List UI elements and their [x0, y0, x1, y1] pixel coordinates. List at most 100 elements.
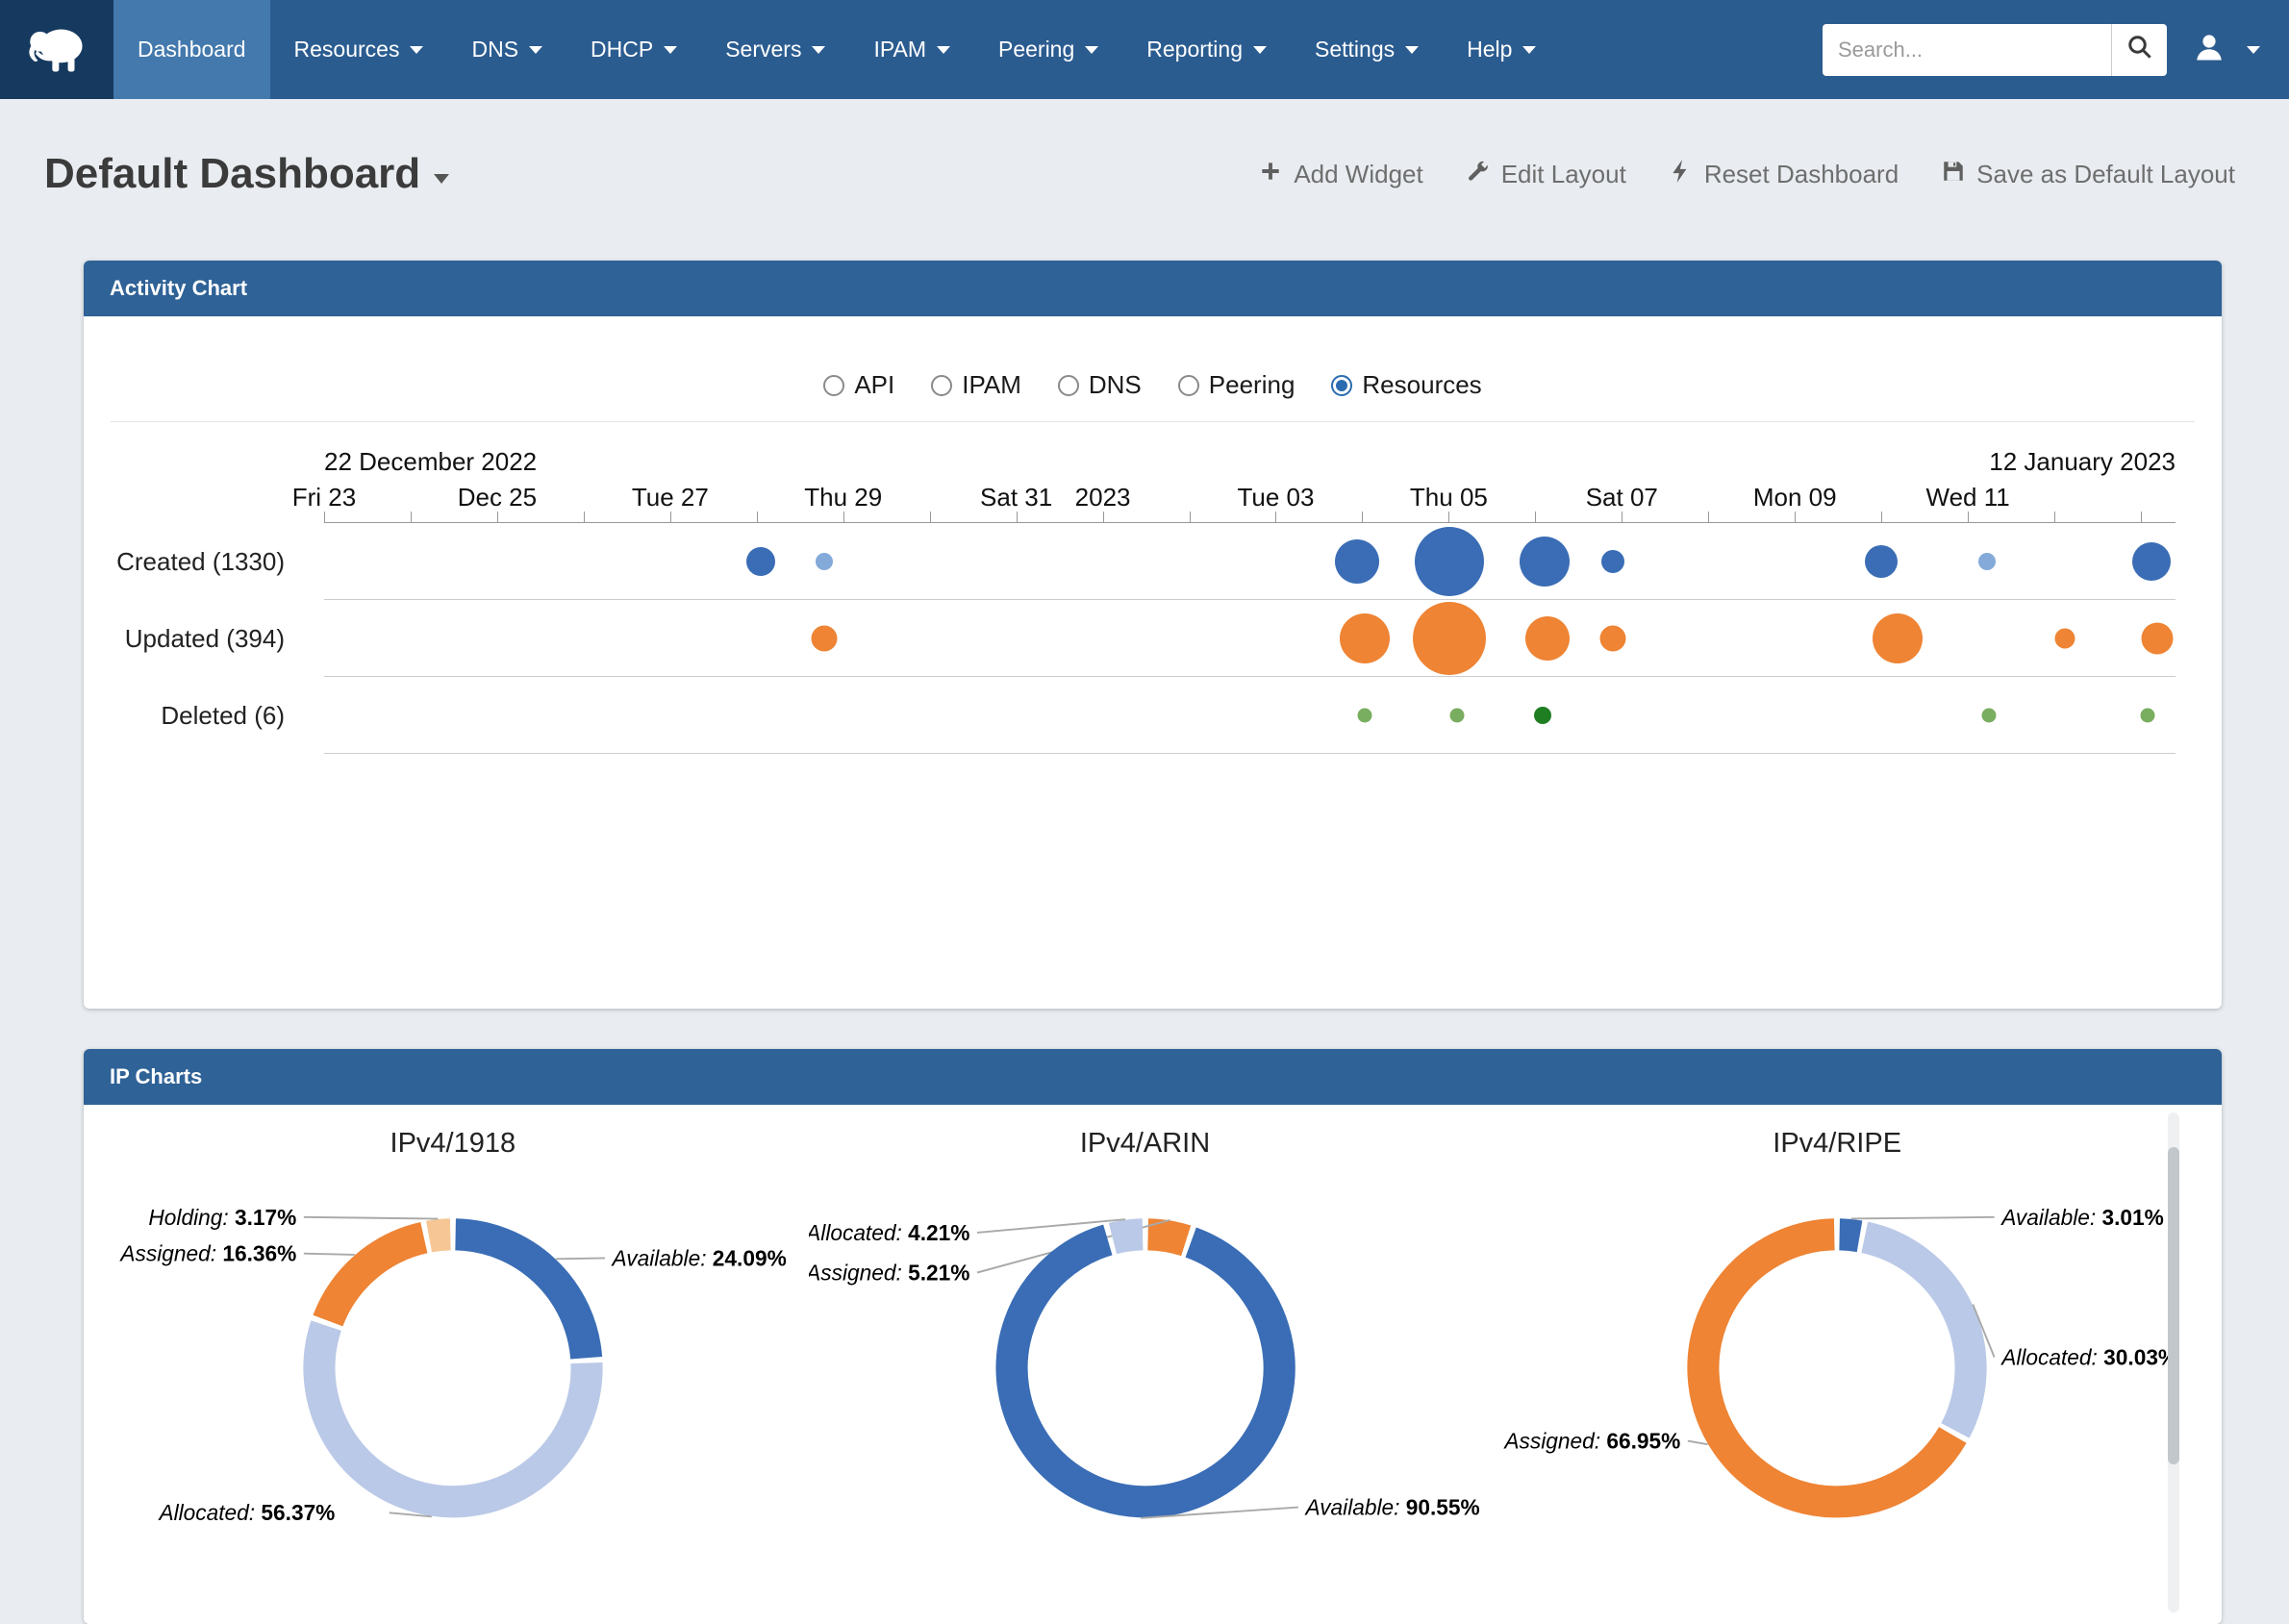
radio-icon: [823, 375, 844, 396]
bubble-created: [746, 547, 775, 576]
donut-slice-label-available: Available: 3.01%: [2000, 1205, 2164, 1230]
nav-item-servers[interactable]: Servers: [701, 0, 849, 99]
search-button[interactable]: [2111, 24, 2167, 76]
search-icon: [2126, 33, 2154, 66]
nav-item-settings[interactable]: Settings: [1291, 0, 1443, 99]
axis-tick-label: Fri 23: [292, 483, 356, 512]
axis-tick: [1103, 512, 1104, 522]
donut-svg: Available: 24.09%Allocated: 56.37%Assign…: [116, 1163, 790, 1618]
nav-item-dns[interactable]: DNS: [447, 0, 566, 99]
radio-icon: [1331, 375, 1352, 396]
chevron-down-icon: [1522, 46, 1536, 54]
action-label: Save as Default Layout: [1976, 160, 2235, 189]
timeline-row-updated: Updated (394): [84, 600, 2222, 677]
bubble-created: [1978, 553, 1996, 570]
timeline-row-deleted: Deleted (6): [84, 677, 2222, 754]
axis-tick: [2054, 512, 2055, 522]
donut-label-line: [556, 1258, 605, 1259]
donut-slice-label-allocated: Allocated: 4.21%: [809, 1220, 969, 1245]
timeline-axis: Fri 23Dec 25Tue 27Thu 29Sat 312023Tue 03…: [324, 483, 2176, 523]
bubble-deleted: [1357, 708, 1371, 722]
top-navbar: Dashboard ResourcesDNS DHCP ServersIPAMPeer…: [0, 0, 2289, 99]
filter-radio-peering[interactable]: Peering: [1178, 370, 1295, 400]
plus-icon: [1258, 159, 1283, 190]
bubble-created: [816, 553, 833, 570]
donut-row: IPv4/1918 Available: 24.09%Allocated: 56…: [84, 1128, 2222, 1618]
nav-item-resources[interactable]: Resources: [270, 0, 448, 99]
donut-label-line: [304, 1217, 439, 1219]
user-menu[interactable]: [2192, 30, 2260, 69]
row-chart-updated: [324, 600, 2176, 677]
donut-slice-label-allocated: Allocated: 30.03%: [2000, 1345, 2174, 1370]
nav-item-dhcp[interactable]: DHCP: [566, 0, 701, 99]
donut-slice-available: [1012, 1239, 1279, 1501]
filter-label: DNS: [1089, 370, 1142, 400]
edit-layout-button[interactable]: Edit Layout: [1466, 159, 1626, 190]
filter-radio-ipam[interactable]: IPAM: [931, 370, 1021, 400]
bubble-updated: [1599, 625, 1625, 651]
nav-item-peering[interactable]: Peering: [974, 0, 1122, 99]
bubble-updated: [2054, 628, 2075, 648]
donut-slice-assigned: [1147, 1235, 1186, 1241]
axis-tick: [1362, 512, 1363, 522]
bubble-created: [1415, 527, 1484, 596]
bubble-created: [2132, 542, 2171, 581]
bubble-deleted: [2141, 708, 2155, 722]
nav-item-label: Dashboard: [138, 37, 246, 62]
chevron-down-icon: [2247, 46, 2260, 54]
radio-icon: [1058, 375, 1079, 396]
mammoth-logo-icon: [21, 12, 92, 87]
axis-tick: [1190, 512, 1191, 522]
filter-radio-dns[interactable]: DNS: [1058, 370, 1142, 400]
page-title: Default Dashboard: [44, 149, 420, 199]
bubble-updated: [2141, 622, 2173, 654]
donut-slice-label-allocated: Allocated: 56.37%: [157, 1500, 335, 1525]
donut-label-line: [304, 1254, 355, 1255]
nav-item-label: Reporting: [1146, 37, 1243, 62]
activity-chart-panel-header: Activity Chart: [84, 261, 2222, 316]
action-label: Add Widget: [1294, 160, 1422, 189]
chevron-down-icon: [410, 46, 423, 54]
search-input[interactable]: [1823, 24, 2111, 76]
bubble-created: [1601, 550, 1624, 573]
nav-item-label: DHCP: [591, 37, 653, 62]
nav-item-ipam[interactable]: IPAM: [849, 0, 974, 99]
save-default-layout-button[interactable]: Save as Default Layout: [1941, 159, 2235, 190]
donut-slice-available: [1840, 1235, 1860, 1237]
donut-slice-label-assigned: Assigned: 5.21%: [809, 1261, 969, 1286]
scrollbar-track: [2168, 1112, 2179, 1612]
nav-item-dashboard[interactable]: Dashboard: [113, 0, 270, 99]
filter-radio-api[interactable]: API: [823, 370, 894, 400]
radio-icon: [931, 375, 952, 396]
donut-svg: Assigned: 5.21%Available: 90.55%Allocate…: [809, 1163, 1482, 1618]
donut-title: IPv4/RIPE: [1491, 1128, 2183, 1160]
action-label: Reset Dashboard: [1704, 160, 1899, 189]
filter-radio-resources[interactable]: Resources: [1331, 370, 1481, 400]
donut-label-line: [1688, 1441, 1708, 1445]
bubble-deleted: [1981, 708, 1996, 722]
dashboard-actions: Add Widget Edit Layout Reset Dashboard Save…: [1258, 159, 2235, 190]
axis-tick-label: Thu 29: [804, 483, 882, 512]
bolt-icon: [1669, 159, 1694, 190]
donut-chart-ipv4-1918: IPv4/1918 Available: 24.09%Allocated: 56…: [107, 1128, 799, 1618]
donut-slice-available: [455, 1235, 586, 1358]
row-chart-created: [324, 523, 2176, 600]
panel-title: IP Charts: [110, 1064, 202, 1089]
axis-tick: [1275, 512, 1276, 522]
activity-filter-row: API IPAM DNS Peering Resources: [84, 316, 2222, 400]
search-group: [1823, 24, 2167, 76]
donut-slice-label-assigned: Assigned: 66.95%: [1503, 1429, 1681, 1454]
dashboard-selector[interactable]: Default Dashboard: [44, 149, 449, 199]
axis-tick-label: Dec 25: [458, 483, 537, 512]
scrollbar-thumb[interactable]: [2168, 1147, 2179, 1464]
range-end-label: 12 January 2023: [1989, 447, 2176, 477]
reset-dashboard-button[interactable]: Reset Dashboard: [1669, 159, 1899, 190]
nav-item-help[interactable]: Help: [1443, 0, 1560, 99]
donut-chart-ipv4-ripe: IPv4/RIPE Available: 3.01% Allocated: 30.…: [1491, 1128, 2183, 1618]
timeline-range-labels: 22 December 2022 12 January 2023: [324, 447, 2176, 477]
donut-label-line: [1851, 1217, 1995, 1219]
add-widget-button[interactable]: Add Widget: [1258, 159, 1422, 190]
provision-logo[interactable]: [0, 0, 113, 99]
filter-label: IPAM: [962, 370, 1021, 400]
nav-item-reporting[interactable]: Reporting: [1122, 0, 1291, 99]
